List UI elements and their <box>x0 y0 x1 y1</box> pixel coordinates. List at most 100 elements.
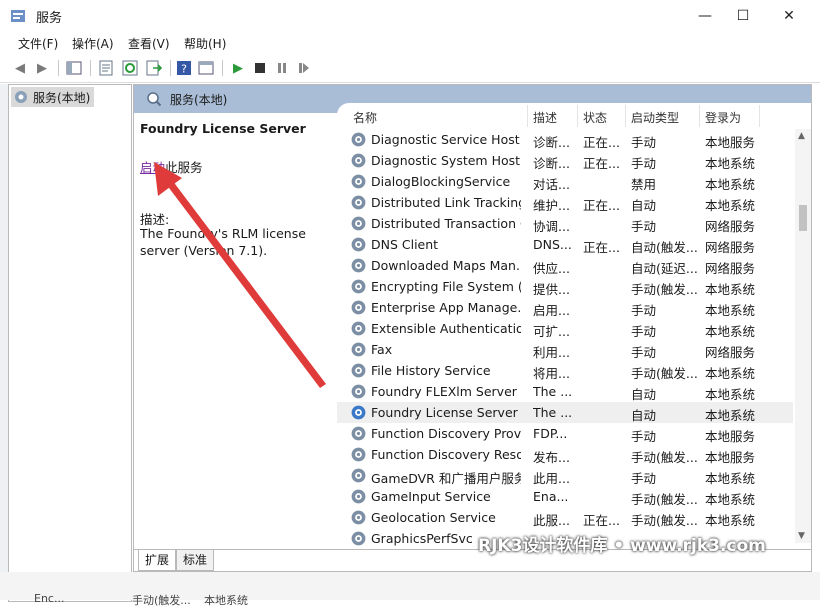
detail-action: 启动此服务 <box>140 157 203 176</box>
service-gear-icon <box>351 363 366 378</box>
scroll-down-icon[interactable]: ▼ <box>798 531 805 541</box>
service-description-cell: DNS... <box>533 237 572 252</box>
table-row[interactable]: File History Service 将用... 手动(触发... 本地系统 <box>337 360 793 381</box>
toolbar: ◀ ▶ ? ▶ <box>0 54 820 83</box>
tab-standard[interactable]: 标准 <box>176 550 215 571</box>
view-icon[interactable] <box>196 58 216 78</box>
service-startup-cell: 手动 <box>631 156 657 171</box>
table-row[interactable]: Diagnostic Service Host 诊断... 正在... 手动 本地服务 <box>337 129 793 150</box>
column-name[interactable]: 名称 <box>353 109 377 126</box>
maximize-button[interactable]: ☐ <box>720 0 766 32</box>
service-gear-icon <box>351 468 366 483</box>
tab-extended[interactable]: 扩展 <box>138 550 177 571</box>
menu-help[interactable]: 帮助(H) <box>184 35 226 52</box>
column-divider[interactable] <box>699 105 700 127</box>
table-row[interactable]: Distributed Transaction C... 协调... 手动 网络服务 <box>337 213 793 234</box>
column-divider[interactable] <box>527 105 528 127</box>
table-row[interactable]: Foundry FLEXlm Server The ... 自动 本地系统 <box>337 381 793 402</box>
service-description-cell: 诊断... <box>533 156 570 171</box>
export-list-icon[interactable] <box>144 58 164 78</box>
forward-arrow-icon[interactable]: ▶ <box>32 58 52 78</box>
status-cell: 手动(触发... <box>132 594 191 607</box>
menu-view[interactable]: 查看(V) <box>128 35 170 52</box>
service-logon-cell: 本地服务 <box>705 429 756 444</box>
service-name-cell: Distributed Link Tracking... <box>371 195 521 210</box>
service-logon-cell: 本地服务 <box>705 450 756 465</box>
help-icon[interactable]: ? <box>174 58 194 78</box>
table-row[interactable]: GameInput Service Ena... 手动(触发... 本地系统 <box>337 486 793 507</box>
table-row[interactable]: GameDVR 和广播用户服务... 此用... 手动 本地系统 <box>337 465 793 486</box>
scroll-up-icon[interactable]: ▲ <box>798 131 805 141</box>
service-gear-icon <box>351 342 366 357</box>
service-name-cell: Distributed Transaction C... <box>371 216 521 231</box>
column-divider[interactable] <box>625 105 626 127</box>
service-status-cell: 正在... <box>583 198 620 213</box>
table-row[interactable]: Function Discovery Reso... 发布... 手动(触发... 本… <box>337 444 793 465</box>
service-logon-cell: 网络服务 <box>705 261 756 276</box>
tree-item-services-local[interactable]: 服务(本地) <box>11 87 95 107</box>
properties-icon[interactable] <box>96 58 116 78</box>
table-row[interactable]: Fax 利用... 手动 网络服务 <box>337 339 793 360</box>
scrollbar-thumb[interactable] <box>799 205 807 231</box>
service-description-cell: 维护... <box>533 198 570 213</box>
service-gear-icon <box>351 279 366 294</box>
service-logon-cell: 本地系统 <box>705 177 756 192</box>
table-row[interactable]: Encrypting File System (E... 提供... 手动(触发..… <box>337 276 793 297</box>
pause-service-icon[interactable] <box>272 58 292 78</box>
menu-file[interactable]: 文件(F) <box>18 35 58 52</box>
service-gear-icon <box>351 195 366 210</box>
table-row[interactable]: Geolocation Service 此服... 正在... 手动(触发... 本地系… <box>337 507 793 528</box>
service-logon-cell: 本地系统 <box>705 324 756 339</box>
table-row[interactable]: Distributed Link Tracking... 维护... 正在... 自动… <box>337 192 793 213</box>
service-logon-cell: 本地系统 <box>705 387 756 402</box>
close-button[interactable]: ✕ <box>766 0 812 32</box>
column-logon-as[interactable]: 登录为 <box>705 109 741 126</box>
table-row[interactable]: Downloaded Maps Man... 供应... 自动(延迟... 网络服务 <box>337 255 793 276</box>
restart-service-icon[interactable] <box>294 58 314 78</box>
table-row[interactable]: Enterprise App Manage... 启用... 手动 本地系统 <box>337 297 793 318</box>
service-name-cell: DialogBlockingService <box>371 174 511 189</box>
table-row[interactable]: Function Discovery Provi... FDP... 手动 本地服务 <box>337 423 793 444</box>
back-arrow-icon[interactable]: ◀ <box>10 58 30 78</box>
stop-service-icon[interactable] <box>250 58 270 78</box>
table-row[interactable]: Diagnostic System Host 诊断... 正在... 手动 本地系统 <box>337 150 793 171</box>
service-name-cell: Diagnostic Service Host <box>371 132 520 147</box>
service-startup-cell: 手动(触发... <box>631 282 697 297</box>
service-gear-icon <box>351 447 366 462</box>
menu-action[interactable]: 操作(A) <box>72 35 114 52</box>
service-logon-cell: 本地系统 <box>705 513 756 528</box>
service-description-cell: 此用... <box>533 471 570 486</box>
service-gear-icon <box>351 405 366 420</box>
start-service-icon[interactable]: ▶ <box>228 58 248 78</box>
vertical-scrollbar[interactable]: ▲ ▼ <box>795 129 811 543</box>
table-row[interactable]: DialogBlockingService 对话... 禁用 本地系统 <box>337 171 793 192</box>
status-bar: Enc... 手动(触发... 本地系统 <box>0 572 820 607</box>
service-description-cell: 诊断... <box>533 135 570 150</box>
column-description[interactable]: 描述 <box>533 109 557 126</box>
service-description-cell: 将用... <box>533 366 570 381</box>
table-row[interactable]: Foundry License Server The ... 自动 本地系统 <box>337 402 793 423</box>
column-status[interactable]: 状态 <box>583 109 607 126</box>
service-name-cell: Downloaded Maps Man... <box>371 258 521 273</box>
service-name-cell: Foundry License Server <box>371 405 518 420</box>
pane-header-title: 服务(本地) <box>170 92 228 107</box>
service-gear-icon <box>351 426 366 441</box>
service-description-cell: 利用... <box>533 345 570 360</box>
service-name-cell: DNS Client <box>371 237 439 252</box>
refresh-icon[interactable] <box>120 58 140 78</box>
column-divider[interactable] <box>759 105 760 127</box>
service-gear-icon <box>351 174 366 189</box>
column-startup-type[interactable]: 启动类型 <box>631 109 679 126</box>
status-cell: Enc... <box>34 592 65 605</box>
service-logon-cell: 本地系统 <box>705 366 756 381</box>
service-description-cell: FDP... <box>533 426 568 441</box>
table-row[interactable]: DNS Client DNS... 正在... 自动(触发... 网络服务 <box>337 234 793 255</box>
console-tree-icon[interactable] <box>64 58 84 78</box>
service-startup-cell: 自动 <box>631 387 657 402</box>
table-row[interactable]: Extensible Authentication... 可扩... 手动 本地系统 <box>337 318 793 339</box>
service-logon-cell: 本地系统 <box>705 282 756 297</box>
service-status-cell: 正在... <box>583 513 620 528</box>
column-divider[interactable] <box>577 105 578 127</box>
start-service-link[interactable]: 启动 <box>140 160 165 175</box>
service-detail-panel: Foundry License Server 启动此服务 描述: The Fou… <box>134 113 344 543</box>
